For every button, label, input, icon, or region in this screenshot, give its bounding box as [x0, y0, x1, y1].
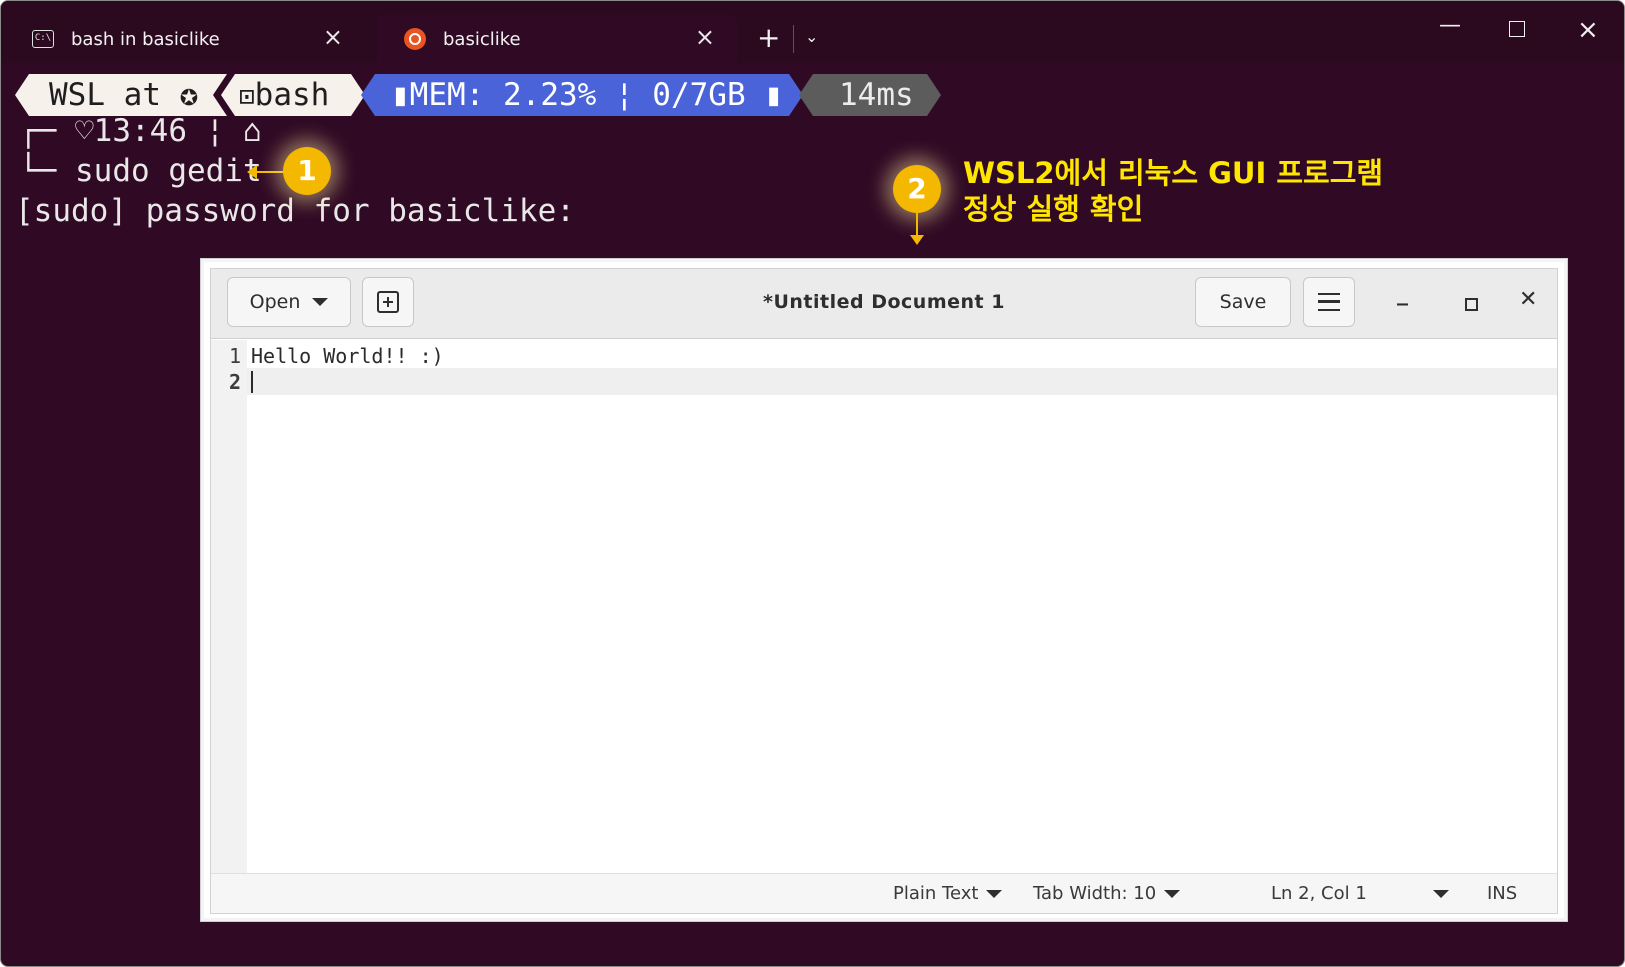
- current-line-highlight: [247, 368, 1557, 395]
- home-icon: ⌂: [243, 113, 262, 149]
- gedit-window: Open *Untitled Document 1 Save _ ✕ 1 2 H…: [201, 259, 1567, 921]
- annotation-badge-1: 1: [283, 147, 331, 195]
- annotation-arrow-2: [910, 213, 924, 245]
- chevron-down-icon: [1164, 889, 1181, 898]
- cmd-icon: C:\: [31, 28, 55, 50]
- memory-chip-icon: ▮: [745, 77, 783, 113]
- prompt-clock-line: ┌─ ♡13:46 ¦ ⌂: [19, 113, 262, 149]
- document-title: *Untitled Document 1: [763, 291, 1005, 313]
- gedit-headerbar: Open *Untitled Document 1 Save _ ✕: [211, 269, 1557, 339]
- save-button[interactable]: Save: [1195, 277, 1291, 327]
- gedit-maximize-button[interactable]: [1465, 298, 1478, 311]
- tab-bash-in-basiclike[interactable]: C:\ bash in basiclike ×: [5, 15, 365, 63]
- cursor-position-label: Ln 2, Col 1: [1271, 883, 1367, 904]
- maximize-button[interactable]: [1509, 21, 1525, 37]
- close-tab-icon[interactable]: ×: [323, 25, 343, 49]
- hamburger-icon: [1318, 293, 1340, 311]
- annotation-line-1: WSL2에서 리눅스 GUI 프로그램: [963, 156, 1384, 190]
- language-selector[interactable]: Plain Text: [893, 883, 1003, 904]
- annotation-line-2: 정상 실행 확인: [963, 192, 1144, 226]
- tab-width-selector[interactable]: Tab Width: 10: [1033, 883, 1181, 904]
- sudo-prompt-line[interactable]: [sudo] password for basiclike:: [15, 193, 575, 229]
- tab-label: bash in basiclike: [71, 28, 220, 50]
- minimize-button[interactable]: —: [1439, 13, 1461, 38]
- gedit-statusbar: Plain Text Tab Width: 10 Ln 2, Col 1 INS: [211, 873, 1557, 913]
- gedit-frame: Open *Untitled Document 1 Save _ ✕ 1 2 H…: [210, 268, 1558, 914]
- annotation-arrow-1: [247, 165, 283, 179]
- tab-bar: C:\ bash in basiclike × basiclike × + ⌄ …: [1, 1, 1624, 63]
- line-number-gutter: 1 2: [211, 340, 247, 873]
- ubuntu-icon: [403, 28, 427, 50]
- prompt-shell-segment: ⊡bash: [221, 74, 365, 116]
- prompt-duration-text: 14ms: [839, 77, 914, 113]
- prompt-mem-segment: ▮MEM: 2.23% ¦ 0/7GB ▮: [361, 74, 803, 116]
- line-number: 2: [228, 370, 241, 394]
- close-tab-icon[interactable]: ×: [695, 25, 715, 49]
- tab-width-label: Tab Width: 10: [1033, 883, 1157, 904]
- annotation-text: WSL2에서 리눅스 GUI 프로그램 정상 실행 확인: [963, 155, 1383, 227]
- gedit-close-button[interactable]: ✕: [1519, 287, 1537, 312]
- terminal-window: C:\ bash in basiclike × basiclike × + ⌄ …: [0, 0, 1625, 967]
- prompt-wsl-text: WSL at: [49, 77, 161, 113]
- heart-icon: ♡: [75, 113, 94, 149]
- chevron-down-icon: [986, 889, 1003, 898]
- prompt-mem-text: MEM: 2.23% ¦ 0/7GB: [409, 77, 746, 113]
- box-corner-bottom: └─: [19, 153, 75, 189]
- ubuntu-icon: ✪: [179, 77, 199, 113]
- line-number: 1: [228, 344, 241, 368]
- memory-chip-icon: ▮: [391, 77, 410, 113]
- command-line: └─ sudo gedit: [19, 153, 262, 189]
- tab-divider: [793, 25, 794, 53]
- menu-button[interactable]: [1303, 277, 1355, 327]
- prompt-duration-segment: 14ms: [799, 74, 941, 116]
- box-corner-top: ┌─: [19, 113, 75, 149]
- insert-mode-indicator: INS: [1487, 883, 1518, 904]
- chevron-down-icon[interactable]: [1433, 890, 1449, 898]
- tab-basiclike[interactable]: basiclike ×: [377, 15, 737, 63]
- clock-text: 13:46 ¦: [93, 113, 225, 149]
- tab-label: basiclike: [443, 28, 521, 50]
- terminal-icon: ⊡: [239, 82, 255, 112]
- code-line[interactable]: Hello World!! :): [251, 344, 444, 368]
- close-window-button[interactable]: ×: [1577, 15, 1599, 45]
- tab-dropdown-button[interactable]: ⌄: [805, 27, 818, 46]
- text-editor-area[interactable]: 1 2 Hello World!! :): [211, 340, 1557, 873]
- prompt-wsl-segment: WSL at ✪: [15, 74, 227, 116]
- prompt-shell-text: bash: [254, 77, 330, 113]
- text-cursor: [251, 371, 253, 393]
- language-label: Plain Text: [893, 883, 979, 904]
- gedit-minimize-button[interactable]: _: [1397, 281, 1408, 306]
- annotation-badge-2: 2: [893, 165, 941, 213]
- command-text: sudo gedit: [75, 153, 262, 189]
- cursor-position[interactable]: Ln 2, Col 1: [1271, 883, 1367, 904]
- new-tab-button[interactable]: +: [757, 21, 780, 54]
